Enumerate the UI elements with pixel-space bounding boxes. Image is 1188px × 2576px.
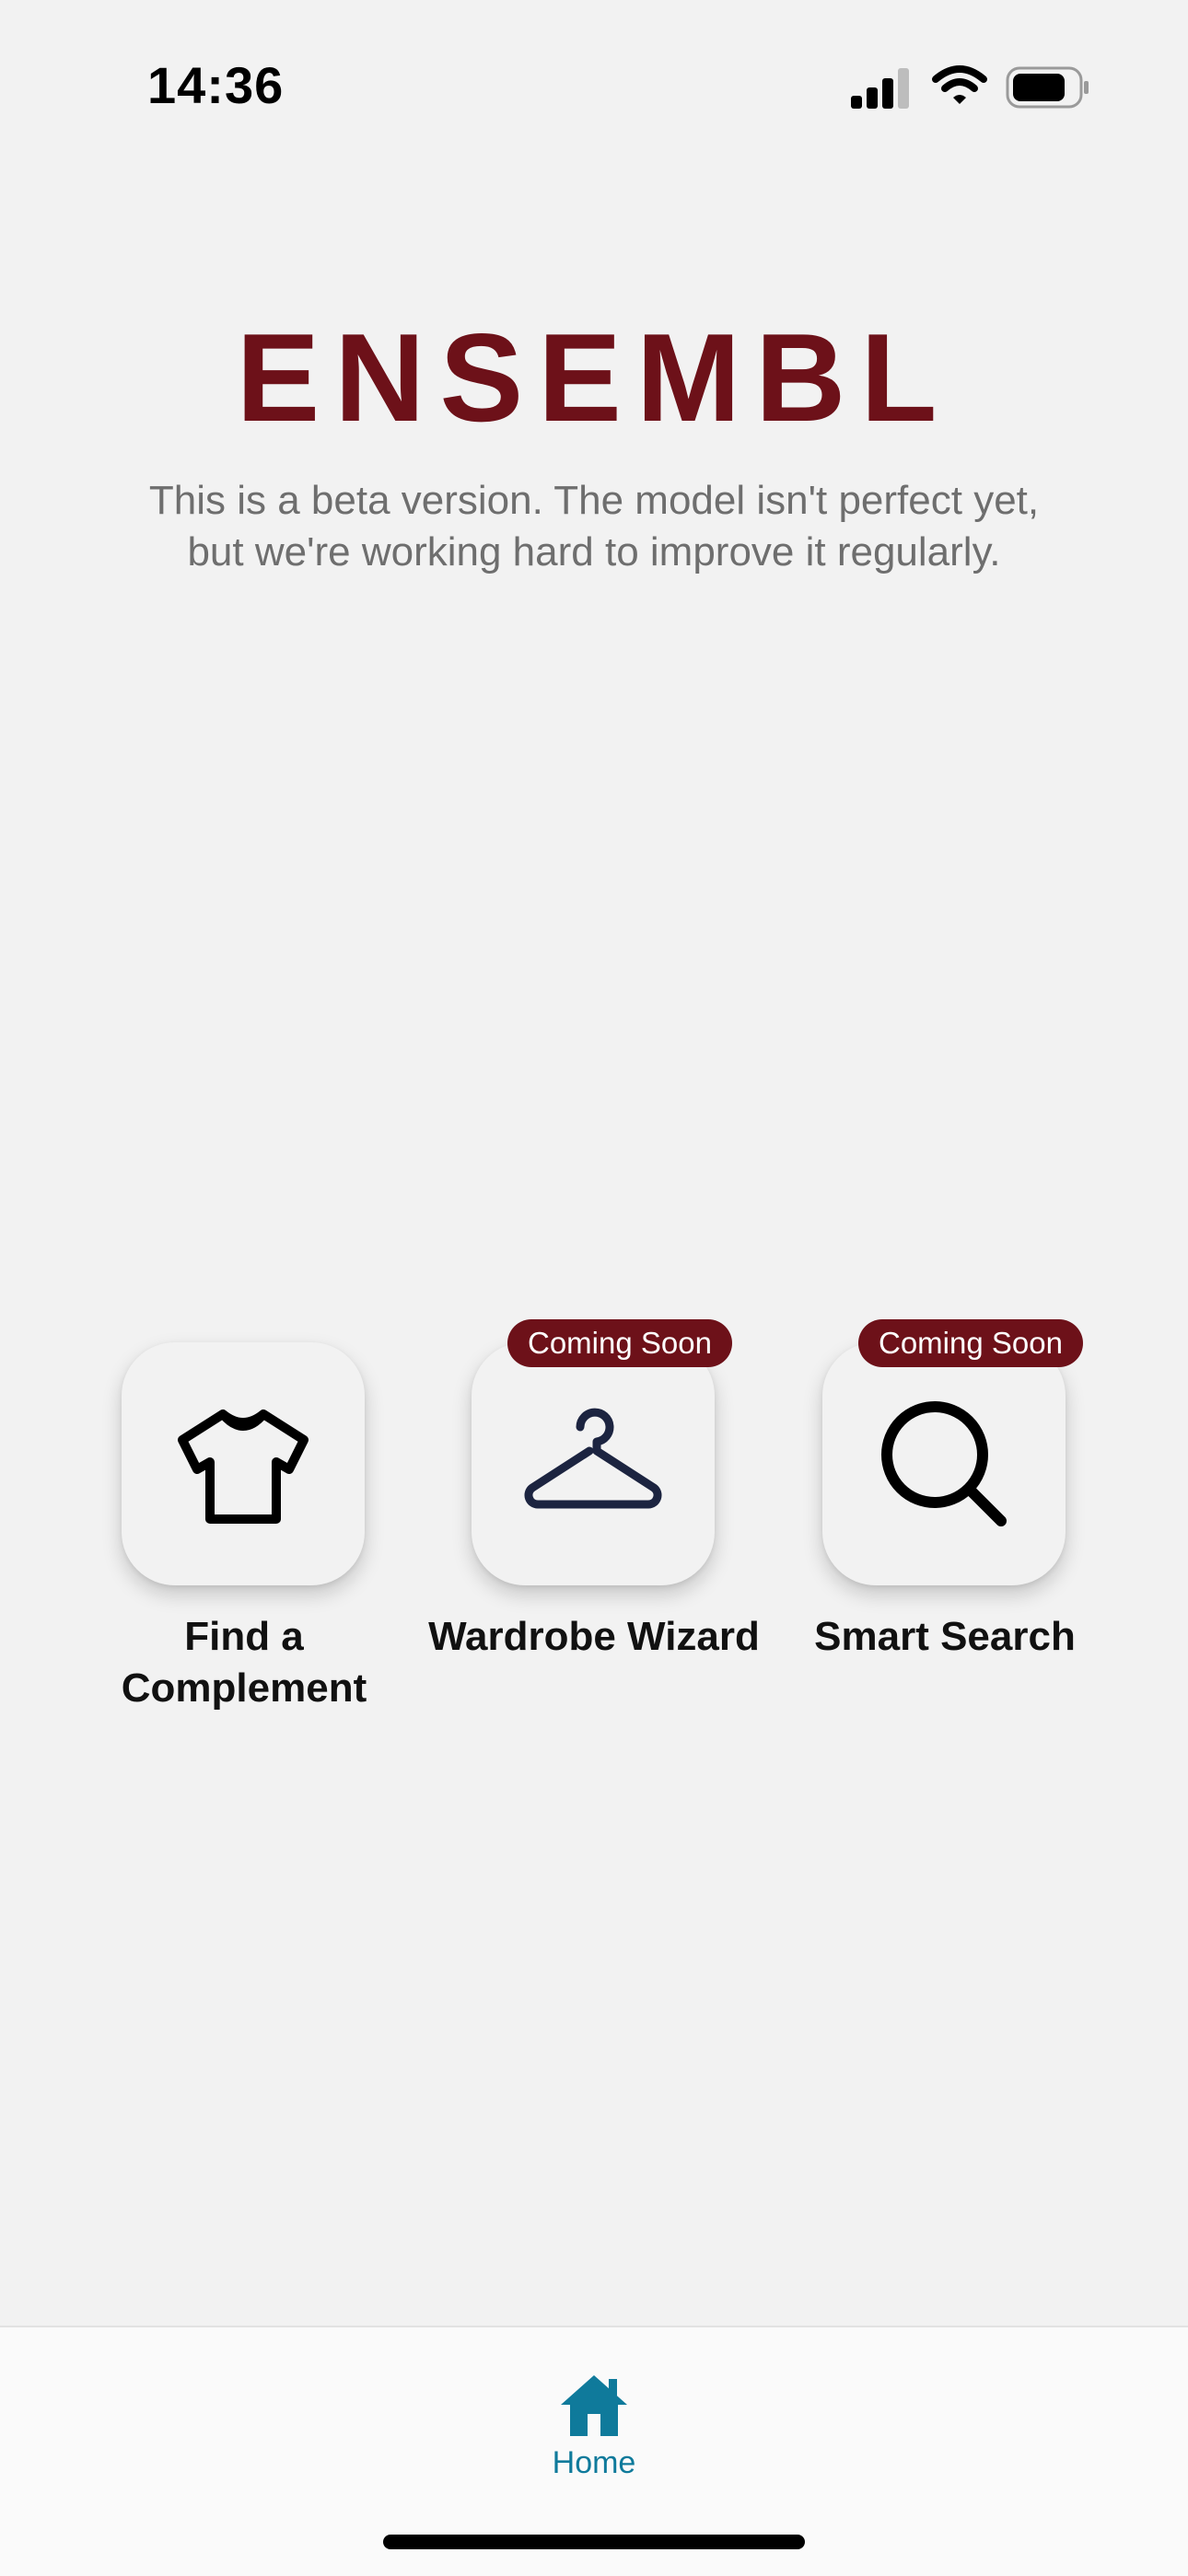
- hanger-icon: [524, 1408, 662, 1509]
- search-icon: [881, 1401, 1007, 1526]
- status-bar: 14:36: [0, 0, 1188, 175]
- home-indicator[interactable]: [383, 2535, 805, 2549]
- tab-home-label: Home: [552, 2445, 636, 2480]
- feature-label: Smart Search: [814, 1614, 1076, 1659]
- home-icon: [561, 2375, 627, 2436]
- coming-soon-badge: Coming Soon: [507, 1319, 732, 1367]
- beta-notice: This is a beta version. The model isn't …: [148, 478, 1040, 574]
- feature-find-a-complement[interactable]: Find a Complement: [69, 1342, 419, 1747]
- app-title: ENSEMBL: [236, 307, 952, 447]
- cellular-signal-icon: [851, 68, 909, 109]
- feature-wardrobe-wizard[interactable]: Coming Soon Wardrobe Wizard: [419, 1319, 769, 1747]
- t-shirt-icon: [178, 1410, 309, 1524]
- status-time: 14:36: [147, 56, 285, 114]
- coming-soon-badge: Coming Soon: [858, 1319, 1083, 1367]
- find-a-complement-button[interactable]: [122, 1342, 365, 1585]
- feature-smart-search[interactable]: Coming Soon Smart Search: [770, 1319, 1120, 1747]
- tab-home[interactable]: Home: [502, 2348, 686, 2486]
- wardrobe-wizard-button[interactable]: [472, 1342, 715, 1585]
- feature-label: Find a Complement: [121, 1614, 367, 1711]
- battery-icon: [1006, 66, 1089, 109]
- wifi-icon: [932, 65, 987, 104]
- feature-label: Wardrobe Wizard: [428, 1614, 760, 1659]
- smart-search-button[interactable]: [822, 1342, 1066, 1585]
